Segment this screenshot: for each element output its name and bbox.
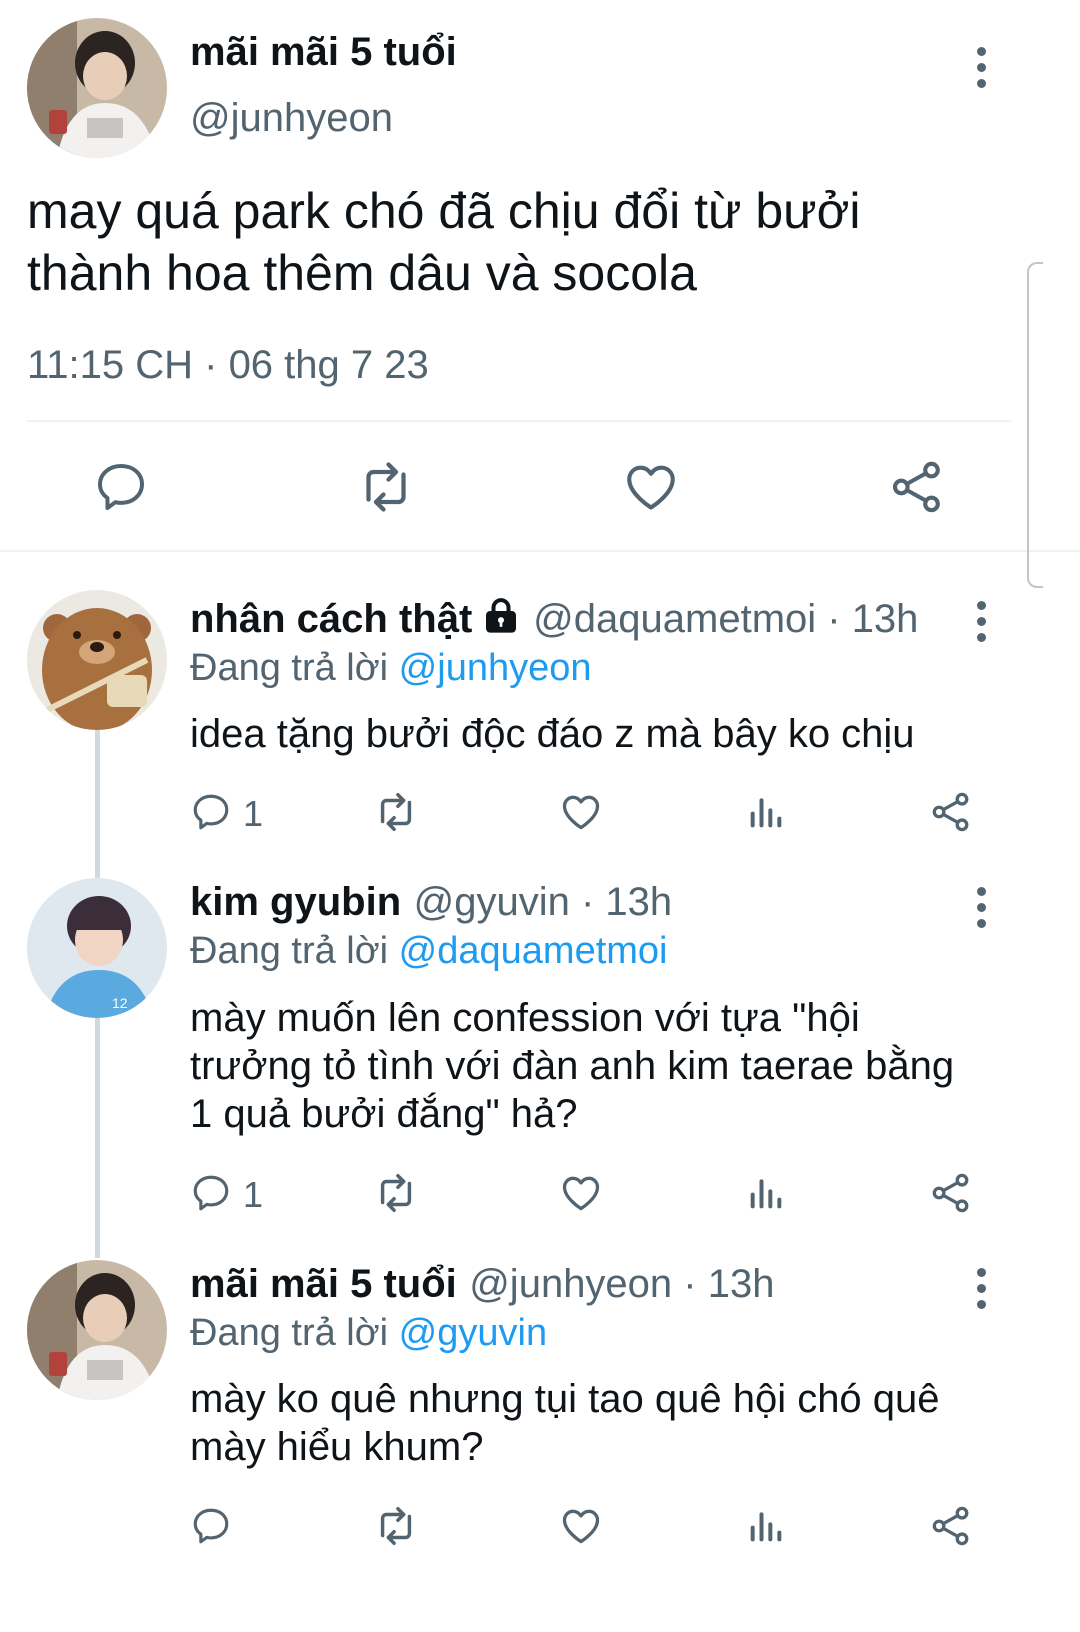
tweet-timestamp[interactable]: 11:15 CH · 06 thg 7 23: [27, 343, 429, 388]
reply-text-line: mày muốn lên confession với tựa "hội: [190, 996, 860, 1040]
display-name[interactable]: mãi mãi 5 tuổi: [190, 1262, 457, 1306]
reply-count: 1: [243, 1174, 264, 1215]
avatar-junhyeon[interactable]: [27, 18, 167, 158]
replying-to: Đang trả lời @gyuvin: [190, 1312, 547, 1355]
replying-to: Đang trả lời @daquametmoi: [190, 930, 668, 973]
reply-text-line: 1 quả bưởi đắng" hả?: [190, 1092, 578, 1136]
reply-icon[interactable]: [93, 459, 149, 515]
retweet-icon[interactable]: [373, 1503, 419, 1549]
more-options-icon[interactable]: [977, 887, 987, 935]
analytics-icon[interactable]: [746, 1506, 786, 1546]
analytics-icon[interactable]: [746, 1173, 786, 1213]
reply-header: kim gyubin @gyuvin · 13h: [190, 880, 672, 925]
tweet-text: may quá park chó đã chịu đổi từ bưởi thà…: [27, 180, 861, 304]
like-icon[interactable]: [559, 790, 603, 834]
mention-link[interactable]: @gyuvin: [399, 1312, 547, 1354]
retweet-icon[interactable]: [373, 789, 419, 835]
reply-count: 1: [243, 793, 264, 834]
more-options-icon[interactable]: [977, 601, 987, 649]
analytics-icon[interactable]: [746, 792, 786, 832]
like-icon[interactable]: [559, 1171, 603, 1215]
share-icon[interactable]: [888, 458, 946, 516]
section-divider: [0, 550, 1080, 552]
lock-icon: [485, 598, 516, 633]
reply-icon[interactable]: [190, 1505, 232, 1547]
reply-header: mãi mãi 5 tuổi @junhyeon · 13h: [190, 1262, 774, 1307]
share-icon[interactable]: [929, 1171, 973, 1215]
reply-text: mày muốn lên confession với tựa "hội trư…: [190, 994, 954, 1138]
share-icon[interactable]: [929, 1504, 973, 1548]
display-name[interactable]: nhân cách thật: [190, 597, 472, 641]
reply-icon[interactable]: [190, 791, 232, 833]
more-options-icon[interactable]: [977, 1268, 987, 1316]
reply-header: nhân cách thật @daquametmoi · 13h: [190, 596, 918, 642]
handle-and-time[interactable]: @gyuvin · 13h: [414, 880, 673, 924]
reply-text-line: trưởng tỏ tình với đàn anh kim taerae bằ…: [190, 1044, 955, 1088]
like-icon[interactable]: [622, 458, 680, 516]
replying-to: Đang trả lời @junhyeon: [190, 647, 592, 690]
display-name[interactable]: mãi mãi 5 tuổi: [190, 30, 457, 75]
thread-line: [95, 730, 100, 878]
reply-text: idea tặng bưởi độc đáo z mà bây ko chịu: [190, 710, 915, 758]
replying-to-label: Đang trả lời: [190, 647, 389, 689]
more-options-icon[interactable]: [977, 47, 987, 95]
user-handle[interactable]: @junhyeon: [190, 96, 393, 141]
avatar-daquametmoi[interactable]: [27, 590, 167, 730]
reply-text-line: mày ko quê nhưng tụi tao quê hội chó quê: [190, 1377, 940, 1421]
divider: [27, 420, 1012, 422]
reply-text: mày ko quê nhưng tụi tao quê hội chó quê…: [190, 1375, 940, 1471]
svg-text:12: 12: [112, 995, 128, 1011]
tweet-text-line: may quá park chó đã chịu đổi từ bưởi: [27, 183, 861, 239]
avatar-junhyeon[interactable]: [27, 1260, 167, 1400]
share-icon[interactable]: [929, 790, 973, 834]
display-name[interactable]: kim gyubin: [190, 880, 401, 924]
reply-text-line: idea tặng bưởi độc đáo z mà bây ko chịu: [190, 712, 915, 756]
mention-link[interactable]: @daquametmoi: [399, 930, 668, 972]
reply-icon[interactable]: [190, 1172, 232, 1214]
handle-and-time[interactable]: @junhyeon · 13h: [469, 1262, 774, 1306]
handle-and-time[interactable]: @daquametmoi · 13h: [533, 597, 918, 641]
thread-line: [95, 1018, 100, 1258]
mention-link[interactable]: @junhyeon: [399, 647, 592, 689]
retweet-icon[interactable]: [373, 1170, 419, 1216]
replying-to-label: Đang trả lời: [190, 930, 389, 972]
like-icon[interactable]: [559, 1504, 603, 1548]
tweet-text-line: thành hoa thêm dâu và socola: [27, 245, 697, 301]
retweet-icon[interactable]: [356, 457, 416, 517]
replying-to-label: Đang trả lời: [190, 1312, 389, 1354]
avatar-gyuvin[interactable]: 12: [27, 878, 167, 1018]
scrollbar[interactable]: [1027, 262, 1043, 588]
reply-text-line: mày hiểu khum?: [190, 1425, 484, 1469]
